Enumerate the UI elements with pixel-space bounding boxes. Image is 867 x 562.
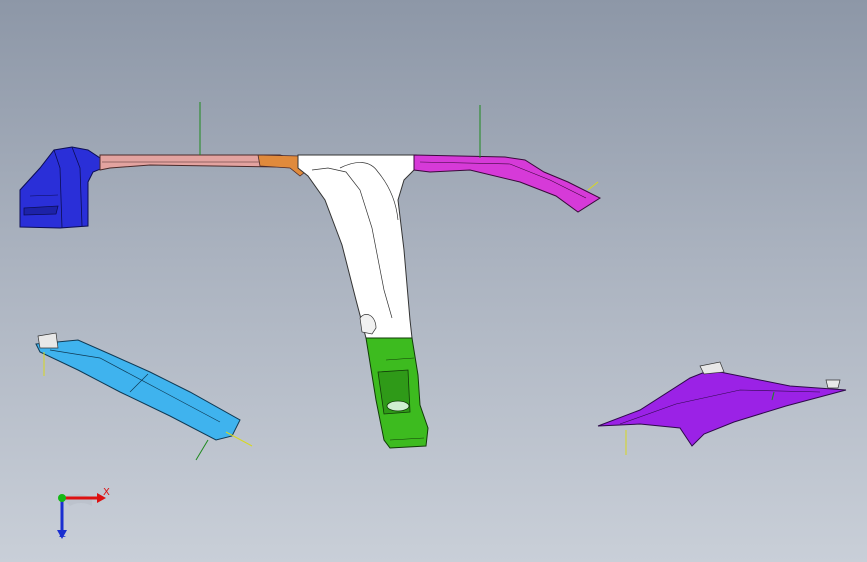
z-axis-label: Z [59, 529, 66, 540]
cad-viewport[interactable]: X Z [0, 0, 867, 562]
coordinate-triad: X Z [42, 478, 122, 548]
center-b-pillar-upper-trim[interactable] [297, 154, 417, 339]
a-pillar-trim[interactable] [35, 332, 253, 461]
x-axis-label: X [103, 487, 110, 498]
roof-rail-trim-left[interactable] [99, 102, 311, 177]
y-axis-dot [58, 494, 66, 502]
model-scene[interactable] [0, 0, 867, 562]
roof-rail-trim-right[interactable] [413, 105, 602, 213]
front-pillar-lower-trim[interactable] [19, 146, 104, 229]
center-b-pillar-lower-trim[interactable] [365, 337, 429, 449]
c-pillar-trim[interactable] [597, 361, 847, 455]
